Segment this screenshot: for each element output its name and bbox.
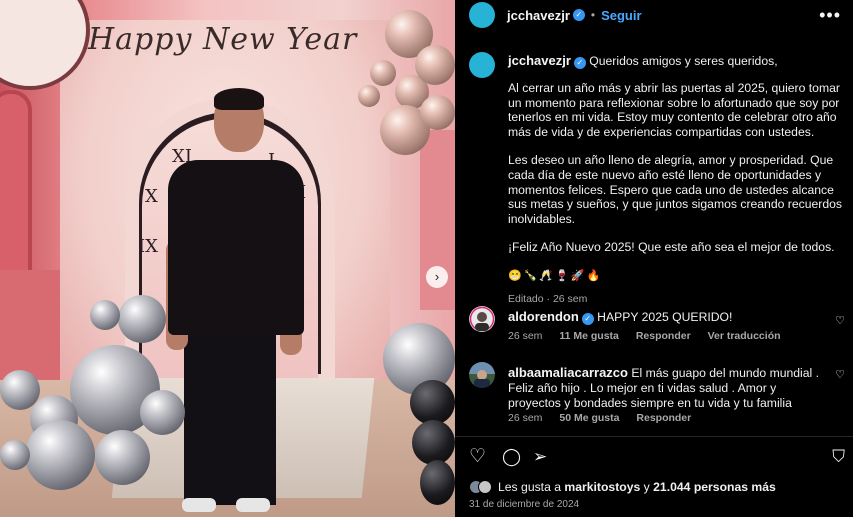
person-shoe (236, 498, 270, 512)
author-avatar[interactable] (469, 2, 495, 28)
chevron-right-icon: › (434, 269, 440, 284)
caption-paragraph: ¡Feliz Año Nuevo 2025! Que este año sea … (508, 240, 835, 255)
more-options-icon[interactable]: ••• (819, 5, 841, 26)
author-username[interactable]: jcchavezjr (507, 8, 570, 23)
balloon (358, 85, 380, 107)
person-shoe (182, 498, 216, 512)
commenter-username[interactable]: aldorendon (508, 309, 579, 324)
caption-paragraph: Al cerrar un año más y abrir las puertas… (508, 81, 840, 139)
balloon (90, 300, 120, 330)
balloon (420, 460, 455, 505)
caption-emojis: 😁🍾🥂🍷🚀🔥 (508, 269, 603, 282)
translate-button[interactable]: Ver traducción (708, 330, 781, 342)
heart-icon[interactable]: ♡ (469, 446, 486, 468)
next-slide-button[interactable]: › (426, 266, 448, 288)
balloon (410, 380, 455, 425)
balloon (140, 390, 185, 435)
photo-pedestal (0, 270, 60, 380)
comment-text: albaamaliacarrazco El más guapo del mund… (508, 365, 823, 411)
person-hair (214, 88, 264, 110)
balloon (95, 430, 150, 485)
reply-button[interactable]: Responder (636, 330, 691, 342)
balloon (370, 60, 396, 86)
comment-meta: 26 sem 11 Me gusta Responder Ver traducc… (508, 330, 795, 342)
bookmark-icon[interactable]: ⛉ (832, 446, 845, 468)
post-date: 31 de diciembre de 2024 (469, 499, 580, 510)
caption-meta: Editado · 26 sem (508, 292, 588, 305)
likes-user[interactable]: markitostoys (564, 480, 640, 494)
comment-text: aldorendon ✓ HAPPY 2025 QUERIDO! (508, 309, 823, 325)
reply-button[interactable]: Responder (636, 412, 691, 424)
actions-divider (455, 436, 853, 437)
caption-author-avatar[interactable] (469, 52, 495, 78)
liker-avatar (478, 480, 492, 494)
balloon (118, 295, 166, 343)
verified-icon: ✓ (573, 57, 586, 69)
comment-heart-icon[interactable]: ♡ (835, 314, 845, 327)
caption-greeting: Queridos amigos y seres queridos, (589, 54, 778, 68)
comment-heart-icon[interactable]: ♡ (835, 368, 845, 381)
person-torso (168, 160, 304, 335)
person-legs (184, 330, 276, 505)
balloon (412, 420, 455, 465)
send-icon[interactable]: ➢ (533, 446, 547, 468)
comment-icon[interactable]: ◯ (502, 446, 521, 468)
verified-icon: ✓ (572, 9, 585, 21)
post-panel: jcchavezjr ✓ • Seguir ••• jcchavezjr ✓ Qu… (455, 0, 853, 517)
header-separator: • (590, 8, 596, 22)
balloon (415, 45, 455, 85)
comment-body: HAPPY 2025 QUERIDO! (597, 310, 733, 324)
balloon (25, 420, 95, 490)
likes-summary[interactable]: Les gusta a markitostoys y 21.044 person… (469, 480, 776, 494)
post-header: jcchavezjr ✓ • Seguir ••• (455, 0, 853, 30)
photo-headline: Happy New Year (88, 22, 358, 57)
balloon (420, 95, 455, 130)
caption-body: jcchavezjr ✓ Queridos amigos y seres quer… (508, 53, 843, 306)
photo-clock-numeral: IX (138, 236, 158, 257)
caption-username[interactable]: jcchavezjr (508, 53, 571, 68)
comment-time: 26 sem (508, 330, 543, 342)
commenter-username[interactable]: albaamaliacarrazco (508, 365, 628, 380)
comment-time: 26 sem (508, 412, 543, 424)
comment-likes[interactable]: 11 Me gusta (559, 330, 619, 342)
comment-meta: 26 sem 50 Me gusta Responder (508, 412, 705, 424)
comment-likes[interactable]: 50 Me gusta (559, 412, 619, 424)
commenter-avatar[interactable] (469, 306, 495, 332)
verified-icon: ✓ (581, 313, 594, 325)
commenter-avatar[interactable] (469, 362, 495, 388)
post-actions: ♡ ◯ ➢ ⛉ (469, 446, 845, 468)
balloon (0, 440, 30, 470)
caption-paragraph: Les deseo un año lleno de alegría, amor … (508, 153, 842, 226)
post-photo[interactable]: Happy New Year XI X IX I II › (0, 0, 455, 517)
likes-connector: y (643, 480, 650, 494)
likes-prefix: Les gusta a (498, 480, 562, 494)
likes-others[interactable]: 21.044 personas más (653, 480, 776, 494)
follow-button[interactable]: Seguir (601, 8, 641, 23)
photo-clock-numeral: X (145, 186, 158, 207)
